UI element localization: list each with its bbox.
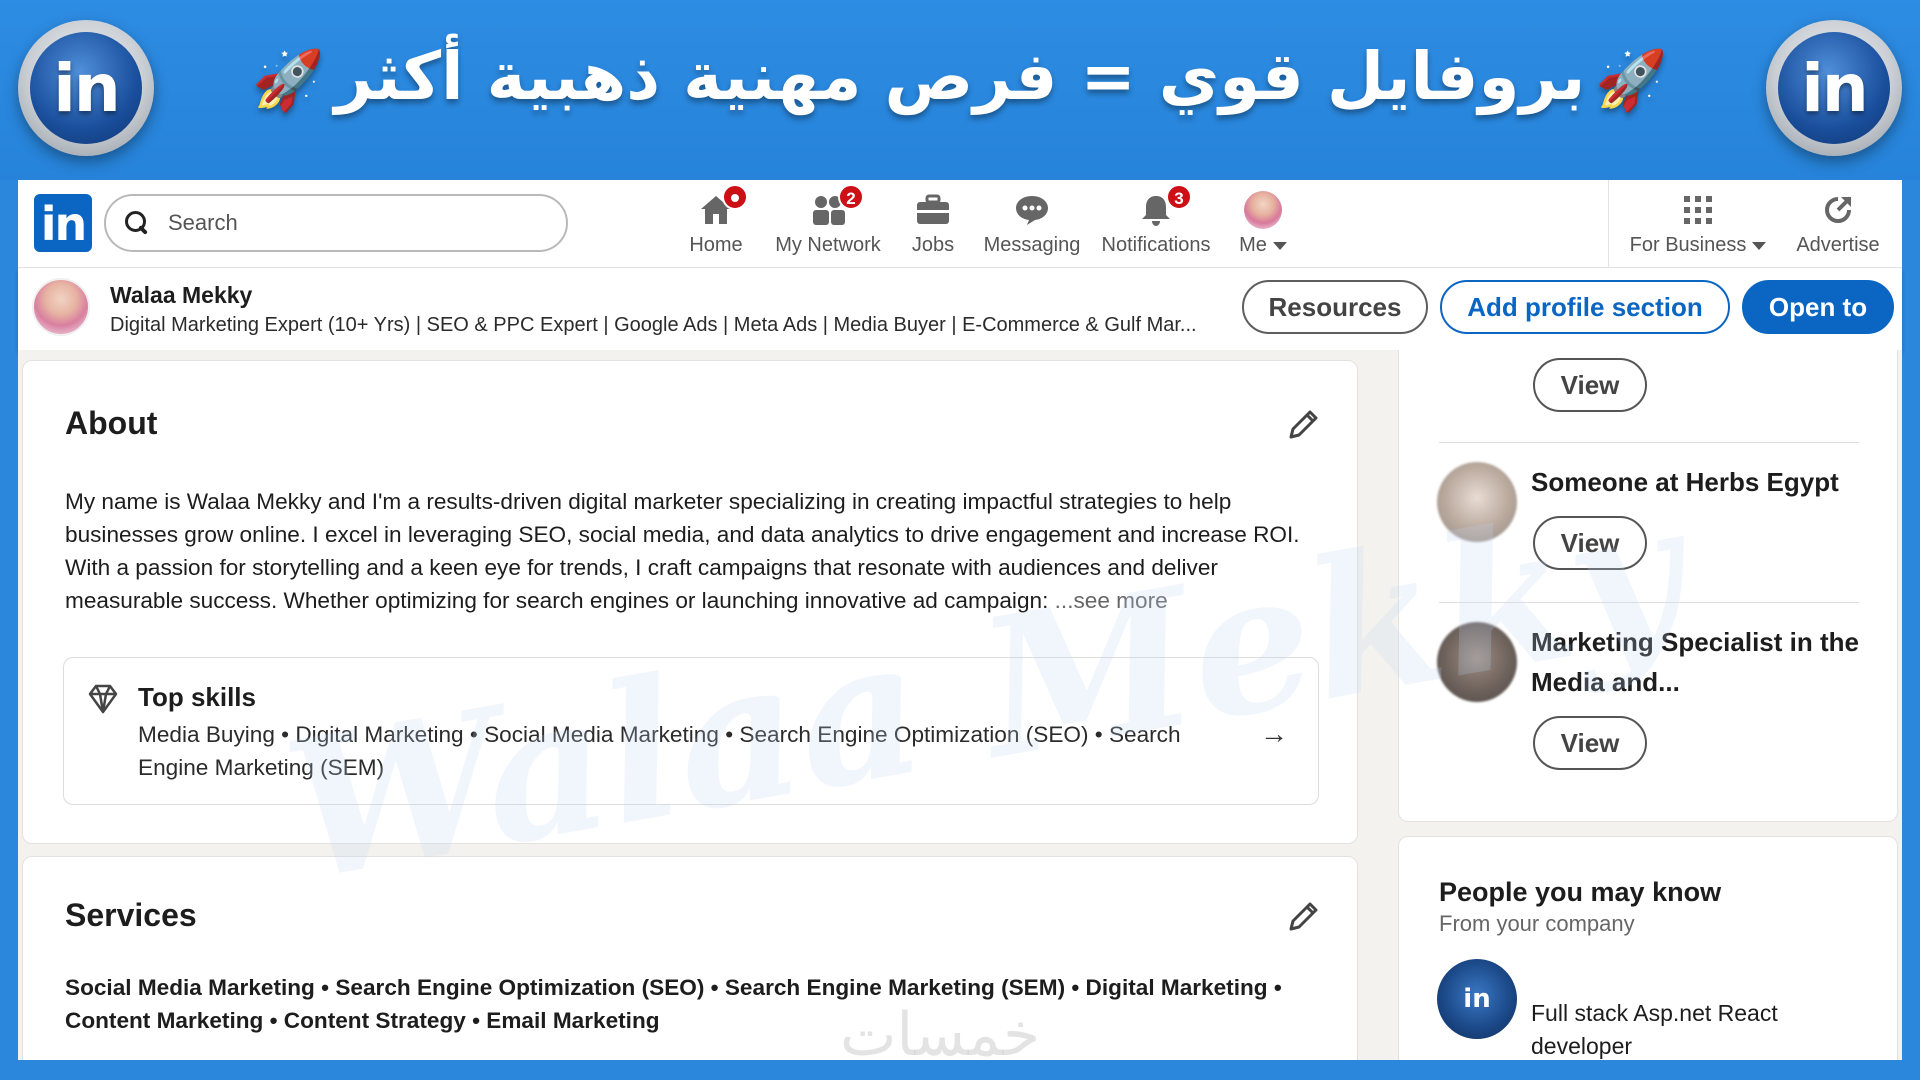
nav-for-business-label: For Business	[1629, 234, 1747, 256]
nav-me-label-wrap: Me	[1228, 234, 1298, 257]
top-skills-title: Top skills	[138, 682, 256, 712]
viewer-name[interactable]: Someone at Herbs Egypt	[1531, 462, 1839, 502]
notifications-badge: 3	[1166, 184, 1192, 210]
open-to-button[interactable]: Open to	[1742, 280, 1894, 334]
avatar	[1437, 462, 1517, 542]
viewer-name[interactable]: Marketing Specialist in the Media and...	[1531, 622, 1861, 702]
nav-for-business[interactable]: For Business	[1624, 190, 1772, 262]
top-navigation: in Home 2 My Network Jobs Messaging	[18, 180, 1902, 268]
nav-notifications[interactable]: 3 Notifications	[1098, 184, 1214, 262]
nav-home[interactable]: Home	[678, 184, 754, 262]
network-badge: 2	[838, 184, 864, 210]
grid-icon	[1624, 190, 1772, 230]
about-card: About My name is Walaa Mekky and I'm a r…	[22, 360, 1358, 844]
about-title: About	[65, 405, 158, 441]
divider	[1439, 442, 1859, 443]
linkedin-home-logo[interactable]: in	[34, 194, 92, 252]
home-icon	[678, 184, 754, 230]
nav-messaging[interactable]: Messaging	[980, 190, 1084, 262]
edit-pencil-icon[interactable]	[1283, 897, 1323, 937]
nav-advertise-label: Advertise	[1796, 234, 1880, 256]
banner-title: 🚀بروفايل قوي = فرص مهنية ذهبية أكثر🚀	[0, 38, 1920, 115]
rocket-icon: 🚀	[1595, 46, 1668, 115]
nav-for-business-label-wrap: For Business	[1624, 234, 1772, 257]
view-button[interactable]: View	[1533, 358, 1647, 412]
about-text: My name is Walaa Mekky and I'm a results…	[65, 485, 1327, 617]
avatar	[1437, 622, 1517, 702]
see-more-link[interactable]: ...see more	[1055, 588, 1168, 613]
search-icon	[124, 210, 150, 236]
top-skills-box[interactable]: Top skills Media Buying • Digital Market…	[63, 657, 1319, 805]
nav-me-label: Me	[1239, 234, 1267, 256]
nav-jobs-label: Jobs	[911, 234, 955, 256]
nav-divider	[1608, 180, 1609, 268]
promo-banner: in 🚀بروفايل قوي = فرص مهنية ذهبية أكثر🚀 …	[0, 0, 1920, 180]
search-input[interactable]	[168, 210, 548, 236]
divider	[1439, 602, 1859, 603]
nav-my-network[interactable]: 2 My Network	[770, 184, 886, 262]
nav-notifications-label: Notifications	[1101, 234, 1211, 256]
nav-my-network-label: My Network	[775, 234, 881, 256]
search-box[interactable]	[104, 194, 568, 252]
nav-jobs[interactable]: Jobs	[898, 190, 968, 262]
services-title: Services	[65, 897, 197, 933]
notification-dot	[722, 184, 748, 210]
chat-icon	[980, 190, 1084, 230]
services-list: Social Media Marketing • Search Engine O…	[65, 975, 1282, 1033]
chevron-down-icon	[1752, 241, 1767, 250]
people-icon: 2	[770, 184, 886, 230]
services-card: Services Social Media Marketing • Search…	[22, 856, 1358, 1066]
nav-advertise[interactable]: Advertise	[1788, 190, 1888, 262]
chevron-down-icon	[1272, 241, 1287, 250]
view-button[interactable]: View	[1533, 516, 1647, 570]
people-you-may-know-card: People you may know From your company in…	[1398, 836, 1898, 1066]
profile-name: Walaa Mekky	[110, 282, 253, 308]
resources-button[interactable]: Resources	[1242, 280, 1428, 334]
pymk-person-name[interactable]: Full stack Asp.net React developer	[1531, 997, 1831, 1063]
banner-title-text: بروفايل قوي = فرص مهنية ذهبية أكثر	[334, 38, 1586, 115]
pymk-title: People you may know	[1439, 877, 1722, 907]
add-profile-section-button[interactable]: Add profile section	[1440, 280, 1730, 334]
nav-me[interactable]: Me	[1228, 190, 1298, 262]
profile-sticky-bar: Walaa Mekky Digital Marketing Expert (10…	[18, 268, 1902, 350]
bell-icon: 3	[1098, 184, 1214, 230]
arrow-right-icon[interactable]: →	[1260, 718, 1288, 750]
rocket-icon: 🚀	[252, 46, 325, 115]
advertise-icon	[1788, 190, 1888, 230]
avatar	[1244, 191, 1282, 229]
linkedin-badge-right: in	[1766, 20, 1902, 156]
avatar	[32, 278, 90, 336]
nav-messaging-label: Messaging	[983, 234, 1081, 256]
edit-pencil-icon[interactable]	[1283, 405, 1323, 445]
nav-home-label: Home	[689, 234, 743, 256]
top-skills-list: Media Buying • Digital Marketing • Socia…	[138, 722, 1181, 780]
me-avatar-wrap	[1228, 190, 1298, 230]
linkedin-logo-icon: in	[1778, 32, 1890, 144]
diamond-icon	[86, 682, 120, 716]
view-button[interactable]: View	[1533, 716, 1647, 770]
pymk-subtitle: From your company	[1439, 911, 1635, 936]
briefcase-icon	[898, 190, 968, 230]
profile-headline: Digital Marketing Expert (10+ Yrs) | SEO…	[110, 314, 1197, 336]
profile-viewers-card: View Someone at Herbs Egypt View Marketi…	[1398, 350, 1898, 822]
bottom-strip	[0, 1060, 1920, 1080]
avatar[interactable]: in	[1437, 959, 1517, 1039]
